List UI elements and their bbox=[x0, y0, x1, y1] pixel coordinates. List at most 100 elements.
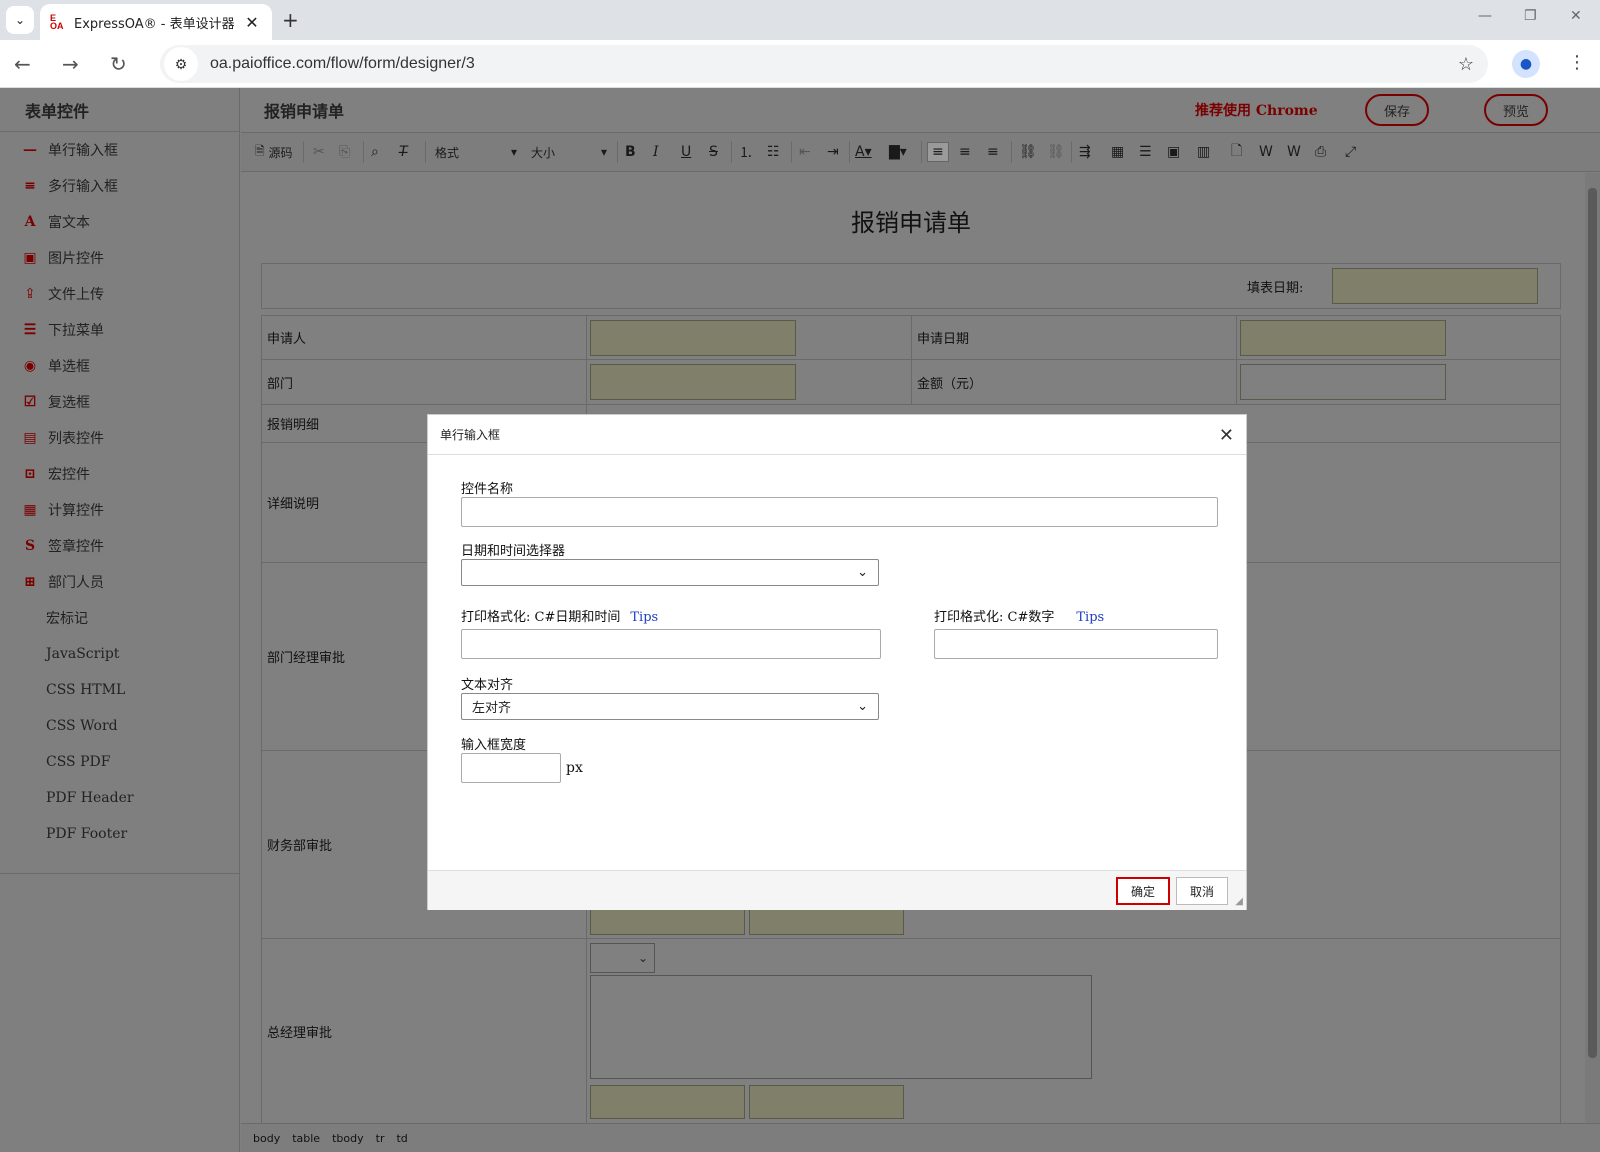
browser-tab[interactable]: E OA ExpressOA® - 表单设计器 ✕ bbox=[40, 4, 272, 40]
close-icon[interactable]: ✕ bbox=[1219, 425, 1234, 446]
reload-icon[interactable]: ↻ bbox=[110, 52, 127, 76]
italic-icon[interactable]: I bbox=[653, 142, 659, 162]
profile-avatar-icon[interactable]: ● bbox=[1512, 50, 1540, 78]
align-right-icon[interactable]: ≡ bbox=[987, 142, 999, 162]
url-field[interactable]: ⚙ oa.paioffice.com/flow/form/designer/3 … bbox=[160, 45, 1488, 83]
remove-format-icon[interactable]: T̶ bbox=[399, 142, 408, 162]
sidebar-item-css-html[interactable]: CSS HTML bbox=[0, 672, 240, 708]
word-export-icon[interactable]: W bbox=[1259, 142, 1273, 162]
sidebar-item-dropdown[interactable]: ☰ 下拉菜单 bbox=[0, 312, 240, 348]
picker-select[interactable]: ⌄ bbox=[461, 559, 879, 586]
find-icon[interactable]: ⌕ bbox=[371, 142, 379, 162]
maximize-icon[interactable]: ⤢ bbox=[1345, 142, 1356, 162]
sidebar-item-department[interactable]: ⊞ 部门人员 bbox=[0, 564, 240, 600]
sidebar-item-rich-text[interactable]: A 富文本 bbox=[0, 204, 240, 240]
sidebar-item-javascript[interactable]: JavaScript bbox=[0, 636, 240, 672]
sidebar-item-checkbox[interactable]: ☑ 复选框 bbox=[0, 384, 240, 420]
path-table[interactable]: table bbox=[292, 1132, 320, 1145]
path-tr[interactable]: tr bbox=[376, 1132, 385, 1145]
window-close-icon[interactable]: ✕ bbox=[1570, 8, 1582, 24]
bullet-list-icon[interactable]: ☷ bbox=[767, 142, 780, 162]
print-number-input[interactable] bbox=[934, 629, 1218, 659]
tab-title: ExpressOA® - 表单设计器 bbox=[74, 16, 235, 32]
align-select[interactable]: 左对齐 ⌄ bbox=[461, 693, 879, 720]
document-icon[interactable]: 🗋 bbox=[1231, 142, 1242, 162]
department-input[interactable] bbox=[590, 364, 796, 400]
sidebar-item-label: 列表控件 bbox=[48, 431, 104, 447]
horizontal-rule-icon[interactable]: ☰ bbox=[1139, 142, 1152, 162]
minimize-icon[interactable]: — bbox=[1478, 8, 1492, 24]
sidebar-item-signature[interactable]: S 签章控件 bbox=[0, 528, 240, 564]
sidebar-item-multi-line[interactable]: ≡ 多行输入框 bbox=[0, 168, 240, 204]
gm-signer-input[interactable] bbox=[590, 1085, 745, 1119]
width-input[interactable] bbox=[461, 753, 561, 783]
path-td[interactable]: td bbox=[396, 1132, 407, 1145]
browser-menu-icon[interactable]: ⋮ bbox=[1568, 52, 1586, 73]
path-tbody[interactable]: tbody bbox=[332, 1132, 364, 1145]
new-tab-button[interactable]: + bbox=[282, 8, 299, 32]
sidebar-item-pdf-header[interactable]: PDF Header bbox=[0, 780, 240, 816]
gm-opinion-textarea[interactable] bbox=[590, 975, 1092, 1079]
control-name-input[interactable] bbox=[461, 497, 1218, 527]
size-combo[interactable]: 大小 ▾ bbox=[527, 141, 611, 163]
save-button[interactable]: 保存 bbox=[1365, 94, 1429, 126]
sidebar-item-macro-tag[interactable]: 宏标记 bbox=[0, 600, 240, 636]
path-body[interactable]: body bbox=[253, 1132, 280, 1145]
datetime-tips-link[interactable]: Tips bbox=[630, 610, 658, 625]
sidebar-item-pdf-footer[interactable]: PDF Footer bbox=[0, 816, 240, 852]
align-center-icon[interactable]: ≡ bbox=[959, 142, 971, 162]
sidebar-item-css-pdf[interactable]: CSS PDF bbox=[0, 744, 240, 780]
format-combo[interactable]: 格式 ▾ bbox=[431, 141, 521, 163]
gm-opinion-select[interactable]: ⌄ bbox=[590, 943, 655, 973]
sidebar-item-image[interactable]: ▣ 图片控件 bbox=[0, 240, 240, 276]
resize-handle-icon[interactable]: ◢ bbox=[1235, 896, 1243, 907]
table-icon[interactable]: ▦ bbox=[1111, 142, 1124, 162]
link-icon[interactable]: ⛓ bbox=[1019, 142, 1037, 162]
background-color-icon[interactable]: ▇▾ bbox=[889, 142, 907, 162]
fill-date-input[interactable] bbox=[1332, 268, 1538, 304]
outdent-icon[interactable]: ⇤ bbox=[799, 142, 811, 162]
insert-paragraph-icon[interactable]: ⇶ bbox=[1079, 142, 1091, 162]
print-datetime-input[interactable] bbox=[461, 629, 881, 659]
close-tab-icon[interactable]: ✕ bbox=[242, 13, 262, 32]
sidebar-item-macro[interactable]: ⊡ 宏控件 bbox=[0, 456, 240, 492]
align-left-icon[interactable]: ≡ bbox=[927, 142, 949, 162]
amount-input[interactable] bbox=[1240, 364, 1446, 400]
sidebar-item-file-upload[interactable]: ⇪ 文件上传 bbox=[0, 276, 240, 312]
cut-icon[interactable]: ✂ bbox=[313, 142, 325, 162]
sidebar-item-list[interactable]: ▤ 列表控件 bbox=[0, 420, 240, 456]
back-icon[interactable]: ← bbox=[14, 52, 31, 76]
insert-image-icon[interactable]: ▣ bbox=[1167, 142, 1180, 162]
preview-button[interactable]: 预览 bbox=[1484, 94, 1548, 126]
source-button[interactable]: 🗎 源码 bbox=[255, 142, 293, 162]
text-color-icon[interactable]: A▾ bbox=[855, 142, 872, 162]
site-info-icon[interactable]: ⚙ bbox=[164, 47, 198, 81]
forward-icon[interactable]: → bbox=[62, 52, 79, 76]
ok-button[interactable]: 确定 bbox=[1116, 877, 1170, 905]
numbered-list-icon[interactable]: ⒈ bbox=[739, 142, 753, 162]
bookmark-star-icon[interactable]: ☆ bbox=[1458, 54, 1474, 75]
scrollbar-thumb[interactable] bbox=[1588, 188, 1597, 1058]
restore-icon[interactable]: ❐ bbox=[1524, 8, 1537, 24]
tab-search-button[interactable]: ⌄ bbox=[6, 6, 34, 34]
gm-date-input[interactable] bbox=[749, 1085, 904, 1119]
indent-icon[interactable]: ⇥ bbox=[827, 142, 839, 162]
word-import-icon[interactable]: W bbox=[1287, 142, 1301, 162]
sidebar-item-calculator[interactable]: ▦ 计算控件 bbox=[0, 492, 240, 528]
sidebar-item-css-word[interactable]: CSS Word bbox=[0, 708, 240, 744]
apply-date-input[interactable] bbox=[1240, 320, 1446, 356]
pdf-icon[interactable]: ⎙ bbox=[1315, 142, 1326, 162]
editor-scrollbar[interactable] bbox=[1585, 173, 1600, 1123]
number-tips-link[interactable]: Tips bbox=[1076, 610, 1104, 625]
sidebar-item-radio[interactable]: ◉ 单选框 bbox=[0, 348, 240, 384]
strikethrough-icon[interactable]: S bbox=[709, 142, 718, 162]
unlink-icon[interactable]: ⛓ bbox=[1047, 142, 1065, 162]
bold-icon[interactable]: B bbox=[625, 142, 636, 162]
page-break-icon[interactable]: ▥ bbox=[1197, 142, 1210, 162]
underline-icon[interactable]: U bbox=[681, 142, 691, 162]
applicant-input[interactable] bbox=[590, 320, 796, 356]
sidebar-item-single-line[interactable]: — 单行输入框 bbox=[0, 132, 240, 168]
dialog-title: 单行输入框 bbox=[440, 428, 501, 442]
copy-icon[interactable]: ⎘ bbox=[339, 142, 350, 162]
cancel-button[interactable]: 取消 bbox=[1176, 877, 1228, 905]
